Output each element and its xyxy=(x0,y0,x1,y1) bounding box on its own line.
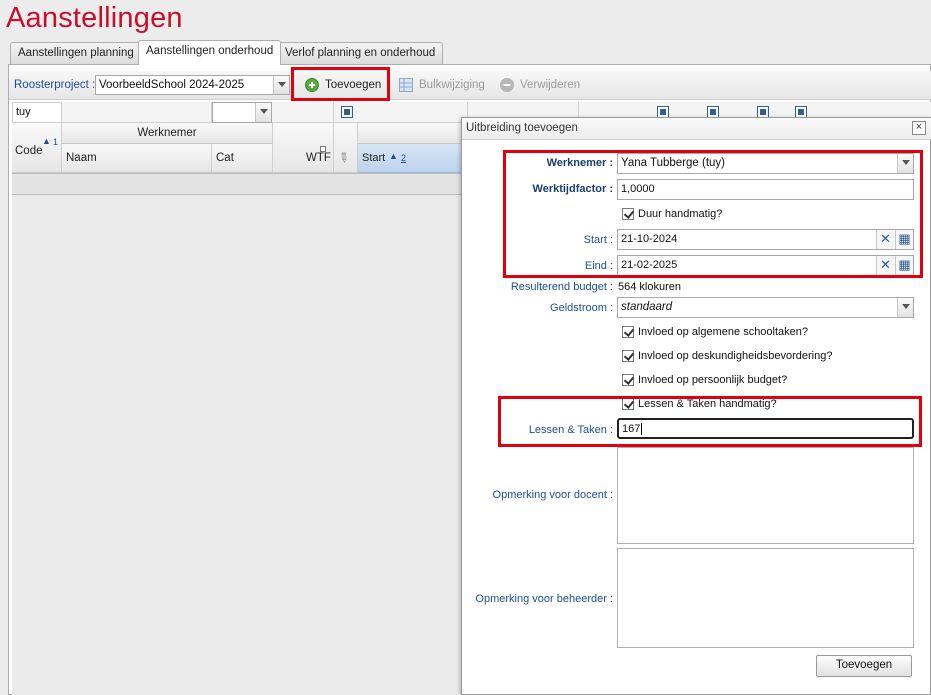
lessen-taken-handmatig-label: Lessen & Taken handmatig? xyxy=(638,398,777,410)
opmerking-beheerder-label: Opmerking voor beheerder : xyxy=(475,593,613,605)
eind-label: Eind : xyxy=(584,260,613,272)
minus-circle-icon xyxy=(500,78,514,92)
column-header-wtf[interactable]: WTF xyxy=(273,123,334,173)
add-button[interactable]: Toevoegen xyxy=(299,75,387,95)
algemene-schooltaken-checkbox[interactable] xyxy=(622,326,634,338)
duur-handmatig-checkbox[interactable] xyxy=(622,208,634,220)
werktijdfactor-input[interactable]: 1,0000 xyxy=(617,179,914,200)
add-button-label: Toevoegen xyxy=(325,79,382,91)
column-header-blank xyxy=(358,123,462,144)
eind-date-input[interactable]: 21-02-2025 ✕ ▦ xyxy=(617,255,914,276)
plus-circle-icon xyxy=(305,78,319,92)
calendar-icon[interactable]: ▦ xyxy=(895,256,913,275)
calendar-icon[interactable]: ▦ xyxy=(895,230,913,249)
grid-body xyxy=(12,195,462,695)
tab-aanstellingen-planning[interactable]: Aanstellingen planning xyxy=(10,42,142,64)
sort-asc-icon: ▲ xyxy=(42,136,51,146)
werktijdfactor-label: Werktijdfactor : xyxy=(532,183,613,195)
start-sort-order: 2 xyxy=(401,153,407,163)
code-sort-order: 1 xyxy=(53,137,59,147)
werknemer-label: Werknemer : xyxy=(546,157,613,169)
tab-verlof-planning[interactable]: Verlof planning en onderhoud xyxy=(277,42,444,64)
column-header-code[interactable]: Code ▲ 1 xyxy=(12,123,62,173)
tab-bar: Aanstellingen planning Aanstellingen ond… xyxy=(0,40,931,65)
werknemer-value: Yana Tubberge (tuy) xyxy=(621,157,725,169)
opmerking-beheerder-textarea[interactable] xyxy=(617,548,914,648)
clear-icon[interactable]: ✕ xyxy=(876,230,894,249)
start-header-label: Start xyxy=(362,152,386,164)
filter-checkbox[interactable] xyxy=(341,106,353,118)
delete-button[interactable]: Verwijderen xyxy=(494,75,586,95)
close-icon[interactable]: × xyxy=(912,121,926,135)
geldstroom-value: standaard xyxy=(621,301,673,313)
budget-value: 564 klokuren xyxy=(618,281,681,293)
wtf-filter-cell[interactable] xyxy=(274,102,334,123)
start-label: Start : xyxy=(583,234,613,246)
column-group-werknemer: Werknemer xyxy=(62,123,273,144)
wtf-header-label: WTF xyxy=(306,152,331,164)
text-cursor xyxy=(641,423,643,435)
deskundigheid-checkbox[interactable] xyxy=(622,350,634,362)
lessen-taken-label: Lessen & Taken : xyxy=(528,424,613,436)
bulk-edit-button[interactable]: Bulkwijziging xyxy=(393,75,491,95)
werknemer-select[interactable]: Yana Tubberge (tuy) xyxy=(617,153,914,174)
bulk-edit-label: Bulkwijziging xyxy=(419,79,485,91)
chevron-down-icon[interactable] xyxy=(897,154,913,173)
deskundigheid-label: Invloed op deskundigheidsbevordering? xyxy=(638,350,833,362)
persoonlijk-budget-checkbox[interactable] xyxy=(622,374,634,386)
geldstroom-select[interactable]: standaard xyxy=(617,297,914,318)
chevron-down-icon[interactable] xyxy=(897,298,913,317)
page-title: Aanstellingen xyxy=(6,2,183,34)
project-select-value: VoorbeeldSchool 2024-2025 xyxy=(99,79,245,91)
geldstroom-label: Geldstroom : xyxy=(550,302,613,314)
code-filter-input[interactable]: tuy xyxy=(12,102,62,123)
dialog-title: Uitbreiding toevoegen xyxy=(462,118,931,140)
submit-add-button[interactable]: Toevoegen xyxy=(816,655,912,677)
project-select[interactable]: VoorbeeldSchool 2024-2025 xyxy=(95,75,290,95)
duur-handmatig-label: Duur handmatig? xyxy=(638,208,723,220)
opmerking-docent-textarea[interactable] xyxy=(617,447,914,544)
column-header-attachment[interactable]: ✎ xyxy=(334,123,358,173)
start-date-input[interactable]: 21-10-2024 ✕ ▦ xyxy=(617,229,914,250)
opmerking-docent-label: Opmerking voor docent : xyxy=(492,489,613,501)
chevron-down-icon[interactable] xyxy=(255,103,271,122)
grid-summary-row xyxy=(12,173,462,195)
cat-filter-select[interactable] xyxy=(212,102,272,123)
sort-asc-icon: ▲ xyxy=(389,151,398,161)
start-date-value: 21-10-2024 xyxy=(621,233,678,245)
persoonlijk-budget-label: Invloed op persoonlijk budget? xyxy=(638,374,788,386)
chevron-down-icon[interactable] xyxy=(273,76,289,94)
clear-icon[interactable]: ✕ xyxy=(876,256,894,275)
paperclip-icon: ✎ xyxy=(334,148,353,167)
lessen-taken-input[interactable]: 167 xyxy=(617,418,914,439)
code-header-label: Code xyxy=(15,145,43,157)
algemene-schooltaken-label: Invloed op algemene schooltaken? xyxy=(638,326,809,338)
eind-date-value: 21-02-2025 xyxy=(621,259,678,271)
tab-aanstellingen-onderhoud[interactable]: Aanstellingen onderhoud xyxy=(138,40,282,65)
budget-label: Resulterend budget : xyxy=(510,281,613,293)
delete-button-label: Verwijderen xyxy=(520,79,581,91)
filter-icon xyxy=(320,146,326,152)
project-label: Roosterproject : xyxy=(14,79,96,91)
lessen-taken-handmatig-checkbox[interactable] xyxy=(622,398,634,410)
column-header-cat[interactable]: Cat xyxy=(212,144,273,173)
column-header-naam[interactable]: Naam xyxy=(62,144,212,173)
table-icon xyxy=(399,78,413,92)
lessen-taken-value: 167 xyxy=(622,423,641,435)
naam-filter-cell[interactable] xyxy=(62,102,212,123)
